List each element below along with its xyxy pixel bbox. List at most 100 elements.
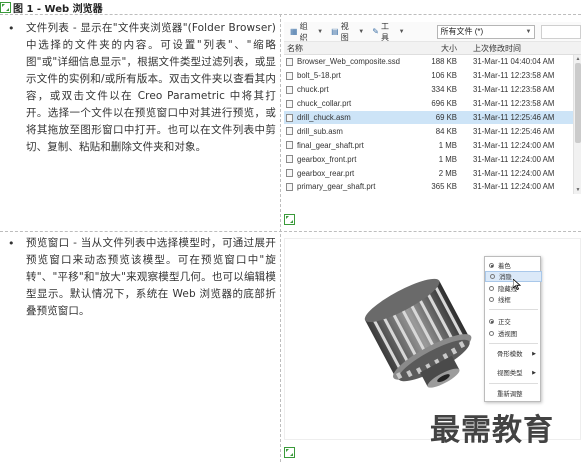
expand-icon[interactable] <box>284 447 295 458</box>
expand-icon[interactable] <box>0 1 11 13</box>
chevron-down-icon: ▼ <box>317 28 324 35</box>
table-row[interactable]: drill_sub.asm 84 KB 31-Mar-11 12:25:46 A… <box>284 124 581 138</box>
file-size: 1 MB <box>438 154 457 164</box>
file-date: 31-Mar-11 12:25:46 AM <box>473 113 555 122</box>
table-column-divider <box>280 14 281 462</box>
file-name: primary_gear_shaft.prt <box>297 182 376 192</box>
menu-item-label: 着色 <box>498 263 511 270</box>
file-date: 31-Mar-11 12:23:58 AM <box>473 85 555 95</box>
mouse-cursor-icon <box>513 279 521 290</box>
file-size: 696 KB <box>431 99 457 109</box>
tools-button[interactable]: ✎ 工具 ▼ <box>370 22 406 42</box>
column-header: 名称 大小 上次修改时间 <box>284 42 581 55</box>
view-button[interactable]: ▤ 视图 ▼ <box>329 22 366 42</box>
menu-item-label: 重新调整 <box>497 391 523 398</box>
scroll-down-icon[interactable]: ▼ <box>574 186 581 194</box>
section-file-list-text: • 文件列表 - 显示在"文件夹浏览器"(Folder Browser) 中选择… <box>8 20 276 156</box>
expand-icon[interactable] <box>284 214 295 225</box>
table-row[interactable]: primary_gear_shaft.prt 365 KB 31-Mar-11 … <box>284 180 581 194</box>
scroll-thumb[interactable] <box>575 63 581 143</box>
chevron-right-icon: ▶ <box>532 369 536 376</box>
organize-button[interactable]: ▦ 组织 ▼ <box>288 22 325 42</box>
chevron-down-icon: ▼ <box>398 28 405 35</box>
file-icon <box>286 127 293 136</box>
browser-toolbar: ▦ 组织 ▼ ▤ 视图 ▼ ✎ 工具 ▼ 所有文件 (*) ▼ <box>284 22 581 42</box>
table-row[interactable]: chuck_collar.prt 696 KB 31-Mar-11 12:23:… <box>284 97 581 111</box>
bullet: • <box>8 237 15 250</box>
file-date: 31-Mar-11 12:23:58 AM <box>473 71 555 81</box>
menu-item-view-type[interactable]: 视图类型 ▶ <box>485 367 542 378</box>
file-browser: ▦ 组织 ▼ ▤ 视图 ▼ ✎ 工具 ▼ 所有文件 (*) ▼ 名称 大小 上次… <box>284 22 581 194</box>
menu-item-perspective[interactable]: 透视图 <box>485 328 542 339</box>
file-icon <box>286 155 293 164</box>
table-row[interactable]: Browser_Web_composite.ssd 188 KB 31-Mar-… <box>284 55 581 69</box>
file-date: 31-Mar-11 12:23:58 AM <box>473 99 555 109</box>
figure-title-bar: 图 1 - Web 浏览器 <box>0 0 581 15</box>
file-size: 1 MB <box>438 140 457 150</box>
column-date[interactable]: 上次修改时间 <box>461 43 581 54</box>
preview-description: 预览窗口 - 当从文件列表中选择模型时，可通过展开预览窗口来动态预览该模型。可在… <box>26 237 276 317</box>
file-size: 84 KB <box>435 126 457 136</box>
table-row[interactable]: gearbox_front.prt 1 MB 31-Mar-11 12:24:0… <box>284 152 581 166</box>
column-size[interactable]: 大小 <box>409 43 461 54</box>
menu-item-label: 视图类型 <box>497 370 523 377</box>
view-icon: ▤ <box>331 27 339 36</box>
table-row[interactable]: gearbox_rear.prt 2 MB 31-Mar-11 12:24:00… <box>284 166 581 180</box>
table-row-divider <box>0 231 581 232</box>
file-icon <box>286 113 293 122</box>
radio-icon <box>489 331 494 336</box>
menu-item-label: 消隐 <box>499 274 512 281</box>
file-icon <box>286 57 293 66</box>
section-preview-text: • 预览窗口 - 当从文件列表中选择模型时，可通过展开预览窗口来动态预览该模型。… <box>8 235 276 320</box>
menu-item-shading[interactable]: 着色 <box>485 260 542 271</box>
column-name[interactable]: 名称 <box>284 43 409 54</box>
radio-icon <box>489 319 494 324</box>
radio-icon <box>489 286 494 291</box>
display-context-menu: 着色 消隐 隐藏线 线框 正交 透视图 骨形模数 ▶ 视图类型 ▶ 重新调整 <box>484 256 542 402</box>
file-type-filter[interactable]: 所有文件 (*) ▼ <box>436 24 536 39</box>
file-list-description: 文件列表 - 显示在"文件夹浏览器"(Folder Browser) 中选择的文… <box>26 22 276 153</box>
filter-value: 所有文件 (*) <box>440 27 484 36</box>
menu-item-label: 透视图 <box>498 331 518 338</box>
menu-item-orthographic[interactable]: 正交 <box>485 316 542 327</box>
file-size: 188 KB <box>431 57 457 67</box>
watermark: 最需教育 <box>430 413 554 448</box>
file-icon <box>286 99 293 108</box>
scroll-up-icon[interactable]: ▲ <box>574 55 581 63</box>
file-icon <box>286 85 293 94</box>
file-name: chuck_collar.prt <box>297 99 352 109</box>
bullet: • <box>8 22 15 35</box>
file-name: drill_chuck.asm <box>297 113 351 122</box>
tools-label: 工具 <box>380 21 389 42</box>
file-size: 106 KB <box>431 71 457 81</box>
file-size: 365 KB <box>431 182 457 192</box>
menu-item-refit[interactable]: 重新调整 <box>485 388 542 399</box>
table-row[interactable]: final_gear_shaft.prt 1 MB 31-Mar-11 12:2… <box>284 138 581 152</box>
table-row-selected[interactable]: drill_chuck.asm 69 KB 31-Mar-11 12:25:46… <box>284 110 581 125</box>
file-size: 2 MB <box>438 168 457 178</box>
file-list: Browser_Web_composite.ssd 188 KB 31-Mar-… <box>284 55 581 194</box>
menu-item-label: 线框 <box>498 297 511 304</box>
menu-item-wireframe[interactable]: 线框 <box>485 294 542 305</box>
chevron-down-icon: ▼ <box>358 28 365 35</box>
menu-item-submenu[interactable]: 骨形模数 ▶ <box>485 348 542 359</box>
organize-label: 组织 <box>299 21 308 42</box>
file-date: 31-Mar-11 12:24:00 AM <box>473 140 555 150</box>
menu-item-label: 骨形模数 <box>497 351 523 358</box>
radio-icon <box>489 297 494 302</box>
menu-separator <box>489 343 538 344</box>
table-row[interactable]: bolt_5-18.prt 106 KB 31-Mar-11 12:23:58 … <box>284 69 581 83</box>
radio-icon <box>489 263 494 268</box>
view-label: 视图 <box>340 21 349 42</box>
file-name: bolt_5-18.prt <box>297 71 341 81</box>
file-icon <box>286 182 293 191</box>
table-row[interactable]: chuck.prt 334 KB 31-Mar-11 12:23:58 AM <box>284 83 581 97</box>
file-date: 31-Mar-11 12:25:46 AM <box>473 126 555 136</box>
file-size: 69 KB <box>435 113 457 122</box>
search-box[interactable] <box>541 24 581 39</box>
menu-separator <box>489 383 538 384</box>
vertical-scrollbar[interactable]: ▲ ▼ <box>573 55 581 194</box>
table-border-top <box>0 14 581 15</box>
file-name: gearbox_rear.prt <box>297 168 355 178</box>
file-name: drill_sub.asm <box>297 126 343 136</box>
